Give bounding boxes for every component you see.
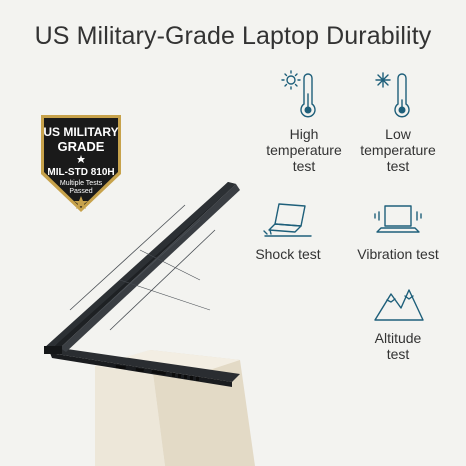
badge-line-2: GRADE <box>58 139 105 154</box>
mil-std-badge: US MILITARY GRADE MIL-STD 810H Multiple … <box>38 112 124 216</box>
feature-high-temperature: High temperature test <box>256 70 352 174</box>
feature-label: test <box>292 158 316 174</box>
badge-line-4: Multiple Tests <box>60 180 103 187</box>
feature-label: High <box>289 126 319 142</box>
feature-label: Vibration test <box>357 246 439 262</box>
feature-altitude-test: Altitude test <box>350 284 446 362</box>
feature-label: test <box>386 346 410 362</box>
mountain-icon <box>374 289 424 321</box>
laptop-vibration-icon <box>374 205 422 233</box>
thermometer-sun-icon <box>281 70 316 118</box>
feature-low-temperature: Low temperature test <box>350 70 446 174</box>
feature-label: Shock test <box>255 246 321 262</box>
badge-line-5: Passed <box>69 188 92 195</box>
feature-label: temperature <box>360 142 436 158</box>
badge-line-3: MIL-STD 810H <box>47 167 114 178</box>
thermometer-snowflake-icon <box>375 72 410 118</box>
feature-label: test <box>386 158 410 174</box>
feature-label: Low <box>385 126 411 142</box>
laptop-drop-icon <box>263 203 312 237</box>
feature-label: temperature <box>266 142 342 158</box>
feature-label: Altitude <box>374 330 422 346</box>
badge-line-1: US MILITARY <box>43 125 118 139</box>
feature-shock-test: Shock test <box>246 200 330 262</box>
feature-vibration-test: Vibration test <box>350 200 446 262</box>
page-title: US Military-Grade Laptop Durability <box>34 22 432 50</box>
product-infographic: US Military-Grade Laptop Durability US M… <box>0 0 466 466</box>
